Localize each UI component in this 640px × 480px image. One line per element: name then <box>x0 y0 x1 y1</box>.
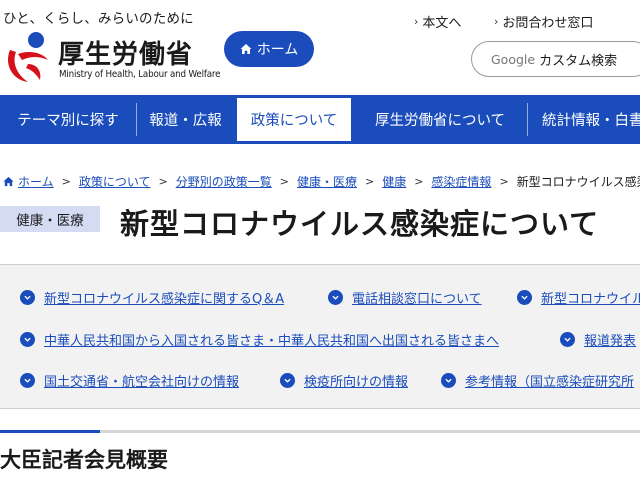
link-label: 参考情報（国立感染症研究所 <box>465 375 635 390</box>
skip-to-content-link[interactable]: › 本文へ <box>414 12 461 31</box>
link-covid-more[interactable]: 新型コロナウイルス <box>517 288 640 307</box>
logo-subtitle: Ministry of Health, Labour and Welfare <box>59 69 221 80</box>
circle-chevron-icon <box>328 290 343 305</box>
contact-link[interactable]: › お問合わせ窓口 <box>494 12 593 31</box>
breadcrumb-policy-list[interactable]: 分野別の政策一覧 <box>176 173 272 190</box>
logo-name: 厚生労働省 <box>58 40 194 70</box>
circle-chevron-icon <box>20 373 35 388</box>
link-covid-qa[interactable]: 新型コロナウイルス感染症に関するQ＆A <box>20 288 284 307</box>
link-quarantine-stations[interactable]: 検疫所向けの情報 <box>280 371 408 390</box>
nav-item-press[interactable]: 報道・広報 <box>137 95 234 144</box>
page: ひと、くらし、みらいのために 厚生労働省 Ministry of Health,… <box>0 0 640 480</box>
chevron-right-icon: › <box>494 15 499 28</box>
link-label: 新型コロナウイルス感染症に関するQ＆A <box>44 292 285 307</box>
breadcrumb-separator: > <box>61 175 71 188</box>
breadcrumb-separator: > <box>279 175 289 188</box>
nav-item-label: 報道・広報 <box>149 113 222 129</box>
logo-mark-icon <box>8 32 48 82</box>
tagline: ひと、くらし、みらいのために <box>3 11 194 27</box>
page-title: 新型コロナウイルス感染症について <box>120 207 600 241</box>
link-label: 報道発表 <box>584 334 637 349</box>
nav-item-statistics[interactable]: 統計情報・白書 <box>528 95 640 144</box>
breadcrumb-home[interactable]: ホーム <box>18 173 54 190</box>
breadcrumb-policy[interactable]: 政策について <box>79 173 151 190</box>
link-china-travelers[interactable]: 中華人民共和国から入国される皆さま・中華人民共和国へ出国される皆さまへ <box>20 330 499 349</box>
nav-item-themes[interactable]: テーマ別に探す <box>0 95 136 144</box>
nav-item-label: 政策について <box>250 113 338 129</box>
link-label: 中華人民共和国から入国される皆さま・中華人民共和国へ出国される皆さまへ <box>44 334 500 349</box>
nav-item-about[interactable]: 厚生労働省について <box>354 95 526 144</box>
breadcrumb-separator: > <box>158 175 168 188</box>
global-nav: テーマ別に探す 報道・広報 政策について 厚生労働省について 統計情報・白書 <box>0 95 640 144</box>
search-label: カスタム検索 <box>539 53 618 69</box>
section-title: 大臣記者会見概要 <box>0 448 168 472</box>
breadcrumb-current: 新型コロナウイルス感染症について <box>516 175 640 189</box>
section-divider-accent <box>0 430 100 433</box>
circle-chevron-icon <box>441 373 456 388</box>
related-links-panel: 新型コロナウイルス感染症に関するQ＆A 電話相談窓口について 新型コロナウイルス… <box>0 264 640 409</box>
breadcrumb-separator: > <box>414 175 424 188</box>
nav-item-label: 厚生労働省について <box>374 113 506 129</box>
breadcrumb-health-medical[interactable]: 健康・医療 <box>297 173 357 190</box>
circle-chevron-icon <box>20 290 35 305</box>
link-label: 国土交通省・航空会社向けの情報 <box>44 375 240 390</box>
home-icon <box>3 176 14 187</box>
link-label: 検疫所向けの情報 <box>304 375 409 390</box>
circle-chevron-icon <box>280 373 295 388</box>
breadcrumb-separator: > <box>499 175 509 188</box>
circle-chevron-icon <box>517 290 532 305</box>
search-brand: Google <box>491 51 536 67</box>
link-press-release[interactable]: 報道発表 <box>560 330 636 349</box>
category-tag: 健康・医療 <box>0 206 100 232</box>
home-button[interactable]: ホーム <box>224 31 314 67</box>
contact-label: お問合わせ窓口 <box>502 16 594 31</box>
nav-item-policy[interactable]: 政策について <box>235 96 353 143</box>
home-icon <box>240 44 252 54</box>
skip-to-content-label: 本文へ <box>422 16 462 31</box>
search-box[interactable]: Google カスタム検索 <box>471 41 640 77</box>
link-mlit-airlines[interactable]: 国土交通省・航空会社向けの情報 <box>20 371 239 390</box>
breadcrumb-infectious-disease[interactable]: 感染症情報 <box>431 173 491 190</box>
home-button-label: ホーム <box>256 42 299 58</box>
section-divider <box>0 430 640 433</box>
circle-chevron-icon <box>20 332 35 347</box>
circle-chevron-icon <box>560 332 575 347</box>
nav-item-label: 統計情報・白書 <box>542 113 640 129</box>
chevron-right-icon: › <box>414 15 419 28</box>
link-label: 電話相談窓口について <box>352 292 482 307</box>
site-logo[interactable]: 厚生労働省 Ministry of Health, Labour and Wel… <box>2 30 221 90</box>
link-phone-consultation[interactable]: 電話相談窓口について <box>328 288 482 307</box>
breadcrumb-health[interactable]: 健康 <box>382 173 406 190</box>
nav-item-label: テーマ別に探す <box>17 113 119 129</box>
link-label: 新型コロナウイルス <box>541 292 640 307</box>
link-reference-niid[interactable]: 参考情報（国立感染症研究所 <box>441 371 634 390</box>
breadcrumb: ホーム > 政策について > 分野別の政策一覧 > 健康・医療 > 健康 > 感… <box>3 173 640 190</box>
breadcrumb-separator: > <box>364 175 375 188</box>
